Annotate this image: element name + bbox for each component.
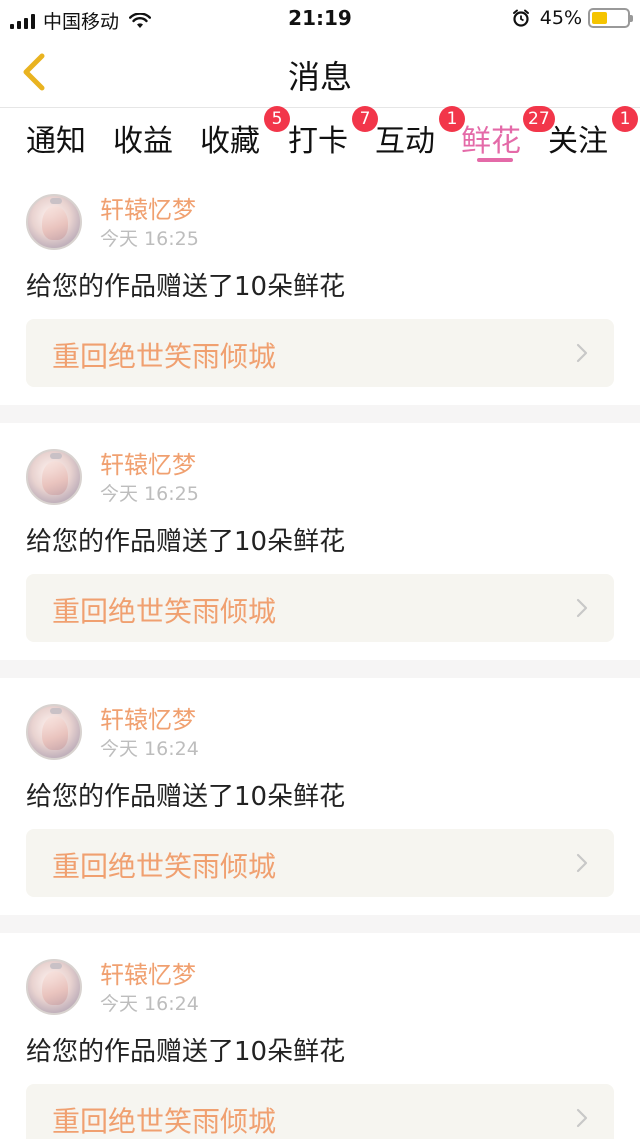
alarm-icon [512,9,529,27]
tab-active-indicator [477,158,513,162]
battery-percent: 45% [539,7,582,29]
tab-badge: 5 [264,106,290,132]
message-item: 轩辕忆梦今天 16:24 给您的作品赠送了10朵鲜花重回绝世笑雨倾城 [0,678,640,915]
message-text: 给您的作品赠送了10朵鲜花 [26,272,346,302]
tab-label: 鲜花 [461,124,521,159]
work-link[interactable]: 重回绝世笑雨倾城 [26,829,614,897]
sender-name[interactable]: 轩辕忆梦 [100,955,196,990]
message-text: 给您的作品赠送了10朵鲜花 [26,527,346,557]
work-title: 重回绝世笑雨倾城 [52,340,277,373]
tab-badge: 1 [612,106,638,132]
divider [0,405,640,423]
message-item: 轩辕忆梦今天 16:24 给您的作品赠送了10朵鲜花重回绝世笑雨倾城 [0,933,640,1139]
battery-icon [588,8,633,28]
avatar[interactable] [26,959,82,1015]
tab-interaction[interactable]: 互动 1 [375,106,465,160]
tab-label: 收益 [113,124,173,159]
avatar[interactable] [26,194,82,250]
status-bar: 中国移动 21:19 45% [0,0,640,36]
tab-favorites[interactable]: 收藏 5 [200,106,290,160]
sender-name[interactable]: 轩辕忆梦 [100,700,196,735]
work-title: 重回绝世笑雨倾城 [52,850,277,883]
avatar[interactable] [26,704,82,760]
tab-flowers[interactable]: 鲜花 27 [461,106,555,160]
status-right: 45% [512,7,633,29]
message-item: 轩辕忆梦今天 16:25 给您的作品赠送了10朵鲜花重回绝世笑雨倾城 [0,168,640,405]
message-text: 给您的作品赠送了10朵鲜花 [26,782,346,812]
tab-checkin[interactable]: 打卡 7 [288,106,378,160]
divider [0,660,640,678]
tab-label: 打卡 [288,124,348,159]
divider [0,915,640,933]
work-title: 重回绝世笑雨倾城 [52,595,277,628]
tab-bar: 通知 收益 收藏 5 打卡 7 互动 1 鲜花 27 关注 1 [0,106,640,168]
message-item: 轩辕忆梦今天 16:25 给您的作品赠送了10朵鲜花重回绝世笑雨倾城 [0,423,640,660]
message-time: 今天 16:24 [100,993,199,1015]
message-text: 给您的作品赠送了10朵鲜花 [26,1037,346,1067]
sender-name[interactable]: 轩辕忆梦 [100,190,196,225]
avatar[interactable] [26,449,82,505]
message-time: 今天 16:25 [100,228,199,250]
tab-label: 收藏 [200,124,260,159]
tab-notify[interactable]: 通知 [26,116,86,160]
chevron-right-icon [576,1108,588,1128]
page-title: 消息 [287,58,352,96]
work-link[interactable]: 重回绝世笑雨倾城 [26,574,614,642]
message-list: 轩辕忆梦 今天 16:25 给您的作品赠送了10朵鲜花 重回绝世笑雨倾城 轩辕忆梦 今天 … [0,168,640,1139]
message-time: 今天 16:24 [100,738,199,760]
chevron-right-icon [576,853,588,873]
tab-label: 关注 [548,124,608,159]
chevron-right-icon [576,343,588,363]
tab-label: 通知 [26,124,86,159]
sender-name[interactable]: 轩辕忆梦 [100,445,196,480]
chevron-right-icon [576,598,588,618]
nav-bar: 消息 [0,36,640,108]
work-link[interactable]: 重回绝世笑雨倾城 [26,1084,614,1139]
tab-follow[interactable]: 关注 1 [548,106,638,160]
tab-earnings[interactable]: 收益 [113,116,173,160]
work-link[interactable]: 重回绝世笑雨倾城 [26,319,614,387]
tab-label: 互动 [375,124,435,159]
battery-fill [592,12,608,24]
work-title: 重回绝世笑雨倾城 [52,1105,277,1138]
message-time: 今天 16:25 [100,483,199,505]
